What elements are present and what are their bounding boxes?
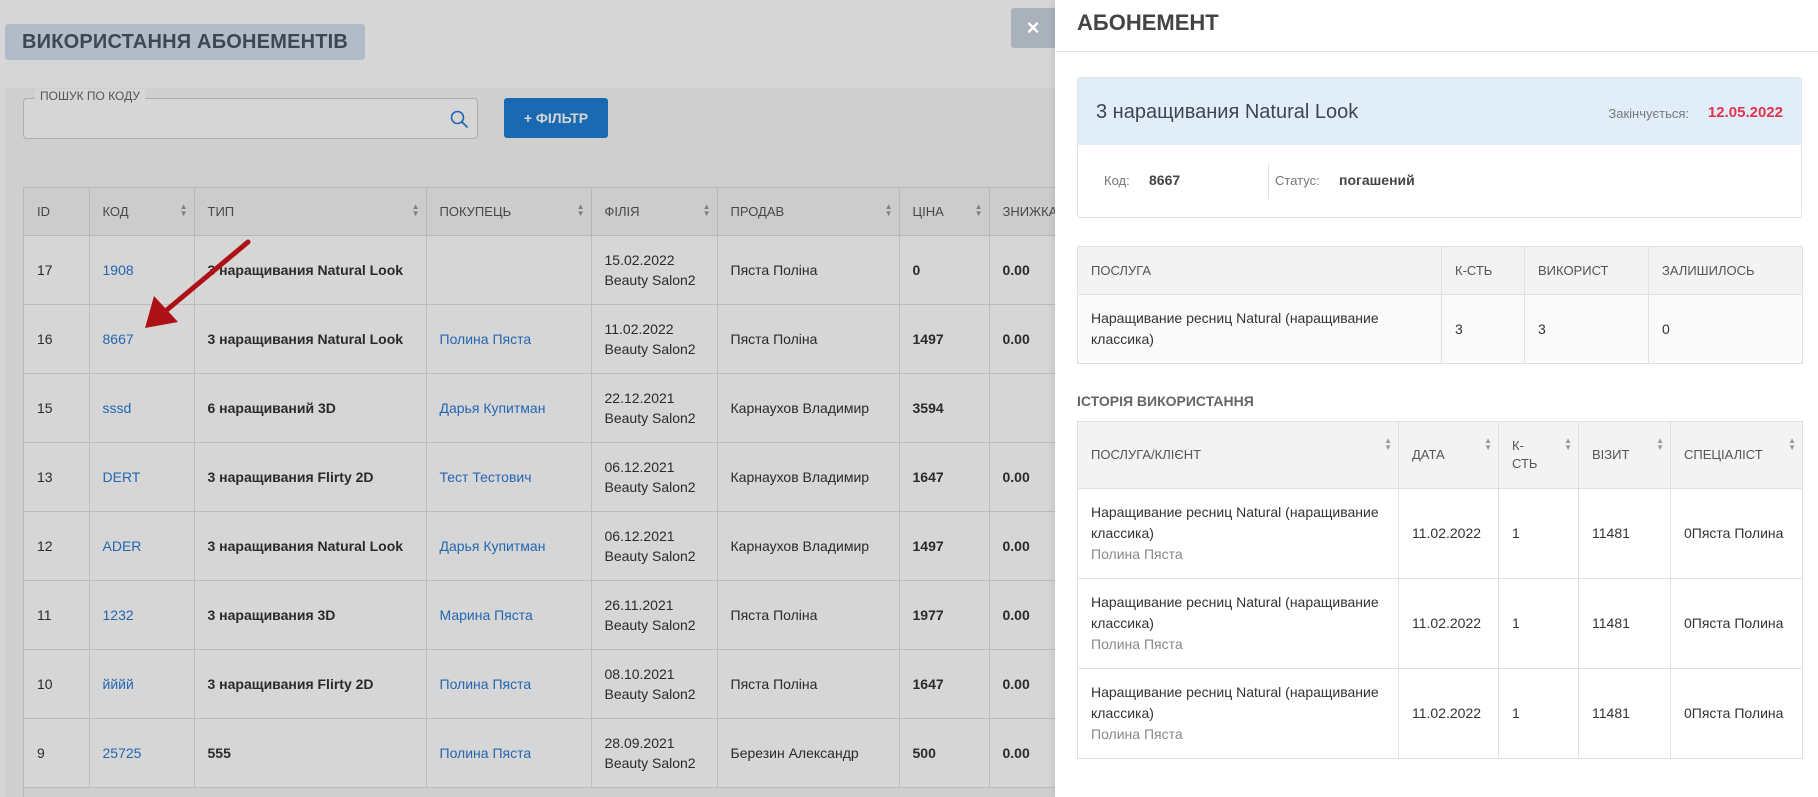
expires-date: 12.05.2022 — [1707, 104, 1783, 121]
close-icon[interactable]: × — [1011, 8, 1055, 48]
sort-icon[interactable]: ▲ ▼ — [1788, 437, 1796, 452]
sort-icon[interactable]: ▲ ▼ — [1484, 437, 1492, 452]
cell-qty: 1 — [1498, 668, 1579, 759]
cell-service-client: Наращивание ресниц Natural (наращивание … — [1077, 578, 1399, 669]
sort-icon[interactable]: ▲ ▼ — [1384, 437, 1392, 452]
column-header[interactable]: К-СТЬ ▲ ▼ — [1498, 421, 1579, 489]
column-label: ПОСЛУГА/КЛІЄНТ — [1091, 447, 1202, 462]
cell-service: Наращивание ресниц Natural (наращивание … — [1091, 594, 1379, 631]
cell-service: Наращивание ресниц Natural (наращивание … — [1091, 684, 1379, 721]
cell-service-client: Наращивание ресниц Natural (наращивание … — [1077, 488, 1399, 579]
column-label: К-СТЬ — [1512, 438, 1538, 471]
code-value: 8667 — [1149, 172, 1181, 188]
cell-client: Полина Пяста — [1091, 636, 1183, 652]
modal-overlay[interactable] — [0, 0, 1055, 797]
table-row: Наращивание ресниц Natural (наращивание … — [1077, 668, 1803, 759]
table-row: Наращивание ресниц Natural (наращивание … — [1077, 488, 1803, 579]
cell-left: 0 — [1648, 294, 1803, 364]
column-label: ВІЗИТ — [1592, 447, 1630, 462]
sort-icon[interactable]: ▲ ▼ — [1656, 437, 1664, 452]
column-header: К-СТЬ — [1441, 246, 1525, 295]
cell-service-client: Наращивание ресниц Natural (наращивание … — [1077, 668, 1399, 759]
history-table: ПОСЛУГА/КЛІЄНТ ▲ ▼ ДАТА ▲ ▼ К-СТЬ ▲ ▼ ВІЗИТ ▲ ▼ СПЕЦ… — [1077, 421, 1803, 759]
column-header[interactable]: ВІЗИТ ▲ ▼ — [1578, 421, 1671, 489]
cell-date: 11.02.2022 — [1398, 668, 1499, 759]
status-value: погашений — [1339, 172, 1415, 188]
cell-qty: 3 — [1441, 294, 1525, 364]
column-label: СПЕЦІАЛІСТ — [1684, 447, 1763, 462]
services-table: ПОСЛУГА К-СТЬ ВИКОРИСТ ЗАЛИШИЛОСЬ Наращиван… — [1077, 246, 1803, 364]
code-label: Код: — [1104, 173, 1130, 188]
cell-service: Наращивание ресниц Natural (наращивание … — [1091, 504, 1379, 541]
column-header[interactable]: ДАТА ▲ ▼ — [1398, 421, 1499, 489]
column-header[interactable]: ПОСЛУГА/КЛІЄНТ ▲ ▼ — [1077, 421, 1399, 489]
table-row: Наращивание ресниц Natural (наращивание … — [1077, 294, 1803, 364]
cell-qty: 1 — [1498, 488, 1579, 579]
cell-qty: 1 — [1498, 578, 1579, 669]
panel-divider — [1055, 51, 1818, 52]
column-header: ЗАЛИШИЛОСЬ — [1648, 246, 1803, 295]
cell-used: 3 — [1524, 294, 1649, 364]
subscription-panel: АБОНЕМЕНТ 3 наращивания Natural Look Зак… — [1055, 0, 1818, 797]
cell-visit: 11481 — [1578, 668, 1671, 759]
cell-date: 11.02.2022 — [1398, 578, 1499, 669]
cell-specialist: 0Пяста Полина — [1670, 668, 1803, 759]
panel-title: АБОНЕМЕНТ — [1077, 10, 1219, 35]
history-title: ІСТОРІЯ ВИКОРИСТАННЯ — [1077, 393, 1254, 409]
cell-client: Полина Пяста — [1091, 726, 1183, 742]
column-label: ДАТА — [1412, 447, 1445, 462]
subscription-name: 3 наращивания Natural Look — [1096, 101, 1359, 123]
cell-specialist: 0Пяста Полина — [1670, 488, 1803, 579]
cell-service: Наращивание ресниц Natural (наращивание … — [1077, 294, 1442, 364]
column-header[interactable]: СПЕЦІАЛІСТ ▲ ▼ — [1670, 421, 1803, 489]
cell-date: 11.02.2022 — [1398, 488, 1499, 579]
subscription-card: 3 наращивания Natural Look Закінчується:… — [1077, 77, 1802, 218]
column-header: ПОСЛУГА — [1077, 246, 1442, 295]
cell-visit: 11481 — [1578, 488, 1671, 579]
subscription-header: 3 наращивания Natural Look Закінчується:… — [1078, 78, 1801, 145]
table-row: Наращивание ресниц Natural (наращивание … — [1077, 578, 1803, 669]
cell-specialist: 0Пяста Полина — [1670, 578, 1803, 669]
cell-visit: 11481 — [1578, 578, 1671, 669]
cell-client: Полина Пяста — [1091, 546, 1183, 562]
status-label: Статус: — [1275, 173, 1320, 188]
sort-icon[interactable]: ▲ ▼ — [1564, 437, 1572, 452]
card-separator — [1268, 163, 1269, 199]
expires-label: Закінчується: — [1608, 106, 1689, 121]
column-header: ВИКОРИСТ — [1524, 246, 1649, 295]
